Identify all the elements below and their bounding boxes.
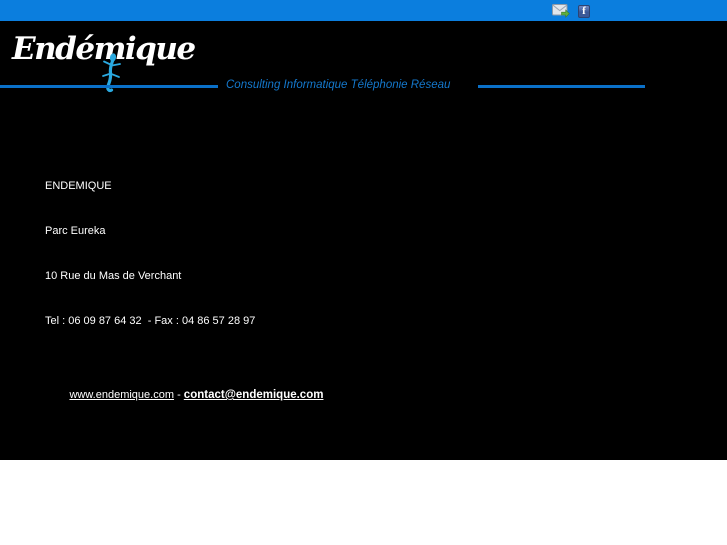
envelope-send-icon (552, 4, 570, 18)
tagline-divider: Consulting Informatique Téléphonie Résea… (0, 78, 727, 94)
divider-line-left (0, 85, 218, 88)
email-icon[interactable] (552, 4, 570, 18)
contact-links: www.endemique.com - contact@endemique.co… (45, 373, 323, 418)
tagline-text: Consulting Informatique Téléphonie Résea… (226, 79, 451, 91)
topbar-icons: f (552, 4, 590, 18)
contact-block: ENDEMIQUE Parc Eureka 10 Rue du Mas de V… (45, 149, 323, 448)
top-bar: f (0, 0, 727, 21)
website-link[interactable]: www.endemique.com (69, 389, 174, 401)
divider-line-right (478, 85, 645, 88)
page: f Endémique Consulting Informatique Télé… (0, 0, 727, 545)
facebook-icon[interactable]: f (578, 4, 590, 18)
address-line-2: 10 Rue du Mas de Verchant (45, 270, 182, 282)
footer-white-area (0, 460, 727, 545)
facebook-glyph: f (582, 4, 586, 17)
email-link[interactable]: contact@endemique.com (184, 389, 324, 401)
company-name: ENDEMIQUE (45, 180, 112, 192)
links-separator: - (174, 389, 184, 401)
phone-fax-line: Tel : 06 09 87 64 32 - Fax : 04 86 57 28… (45, 315, 256, 327)
main-black-area: Endémique Consulting Informatique Téléph… (0, 21, 727, 460)
address-line-1: Parc Eureka (45, 225, 106, 237)
